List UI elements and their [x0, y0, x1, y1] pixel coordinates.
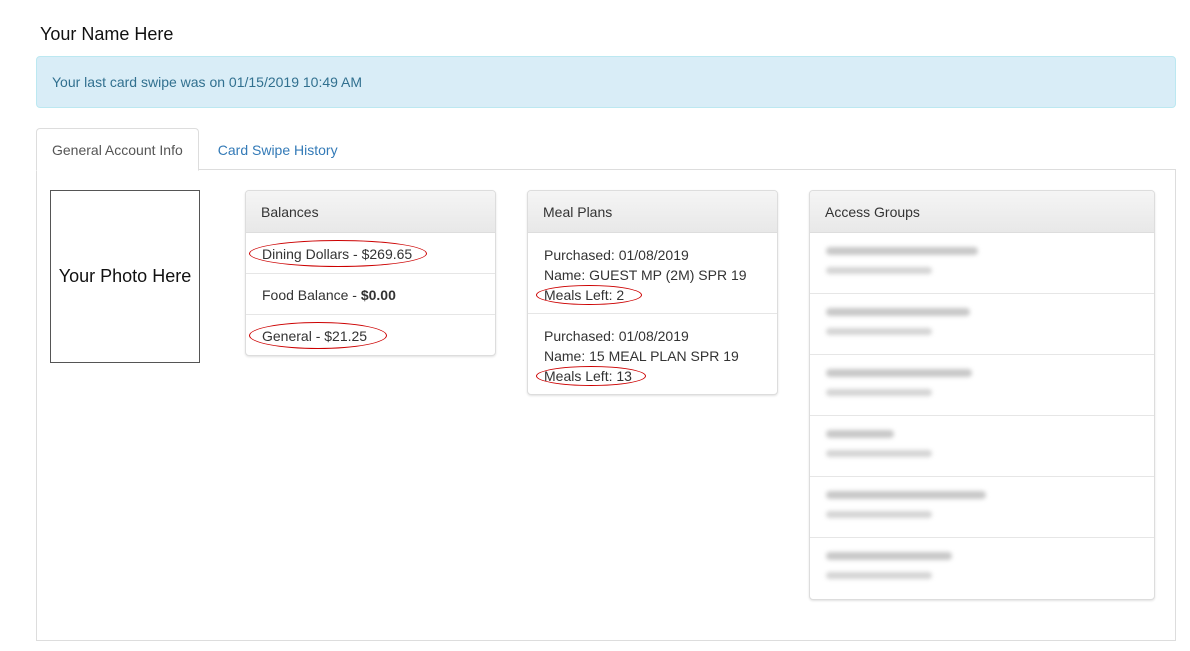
balance-label: Food Balance -: [262, 287, 361, 303]
balance-row-dining-dollars: Dining Dollars - $269.65: [246, 233, 495, 274]
balance-row-food-balance: Food Balance - $0.00: [246, 274, 495, 315]
access-group-item-redacted: [810, 477, 1154, 538]
redacted-text: [826, 450, 932, 457]
access-group-item-redacted: [810, 538, 1154, 599]
redacted-text: [826, 328, 932, 335]
meal-plan-name: Name: GUEST MP (2M) SPR 19: [544, 267, 747, 283]
meal-plan-purchased: Purchased: 01/08/2019: [544, 247, 689, 263]
redacted-text: [826, 267, 932, 274]
access-groups-heading: Access Groups: [810, 191, 1154, 233]
balance-label: General -: [262, 328, 325, 344]
balance-amount: $269.65: [361, 246, 413, 262]
redacted-text: [826, 430, 894, 438]
access-group-item-redacted: [810, 416, 1154, 477]
redacted-text: [826, 491, 986, 499]
redacted-text: [826, 572, 932, 579]
meal-plan-item: Purchased: 01/08/2019 Name: GUEST MP (2M…: [528, 233, 777, 314]
balance-label: Dining Dollars -: [262, 246, 362, 262]
meal-plan-meals-left: Meals Left: 13: [544, 368, 632, 384]
access-group-item-redacted: [810, 233, 1154, 294]
photo-placeholder-text: Your Photo Here: [58, 266, 192, 286]
meal-plans-panel: Meal Plans Purchased: 01/08/2019 Name: G…: [527, 190, 778, 395]
redacted-text: [826, 308, 970, 316]
last-swipe-alert: Your last card swipe was on 01/15/2019 1…: [36, 56, 1176, 108]
tab-card-swipe-history[interactable]: Card Swipe History: [202, 128, 354, 170]
redacted-text: [826, 369, 972, 377]
access-group-item-redacted: [810, 355, 1154, 416]
meal-plan-item: Purchased: 01/08/2019 Name: 15 MEAL PLAN…: [528, 314, 777, 394]
last-swipe-message: Your last card swipe was on 01/15/2019 1…: [52, 74, 363, 90]
meal-plans-heading: Meal Plans: [528, 191, 777, 233]
meal-plan-name: Name: 15 MEAL PLAN SPR 19: [544, 348, 739, 364]
meal-plan-meals-left: Meals Left: 2: [544, 287, 625, 303]
redacted-text: [826, 552, 952, 560]
user-name: Your Name Here: [40, 24, 174, 44]
tab-general-account-info[interactable]: General Account Info: [36, 128, 199, 171]
meal-plan-purchased: Purchased: 01/08/2019: [544, 328, 689, 344]
user-photo-placeholder: Your Photo Here: [50, 190, 200, 363]
redacted-text: [826, 247, 978, 255]
access-group-item-redacted: [810, 294, 1154, 355]
account-tabs: General Account Info Card Swipe History: [36, 128, 1176, 171]
balances-panel: Balances Dining Dollars - $269.65 Food B…: [245, 190, 496, 356]
access-groups-panel: Access Groups: [809, 190, 1155, 600]
balance-amount: $0.00: [360, 287, 396, 303]
redacted-text: [826, 511, 932, 518]
balance-row-general: General - $21.25: [246, 315, 495, 355]
redacted-text: [826, 389, 932, 396]
balance-amount: $21.25: [324, 328, 368, 344]
balances-heading: Balances: [246, 191, 495, 233]
